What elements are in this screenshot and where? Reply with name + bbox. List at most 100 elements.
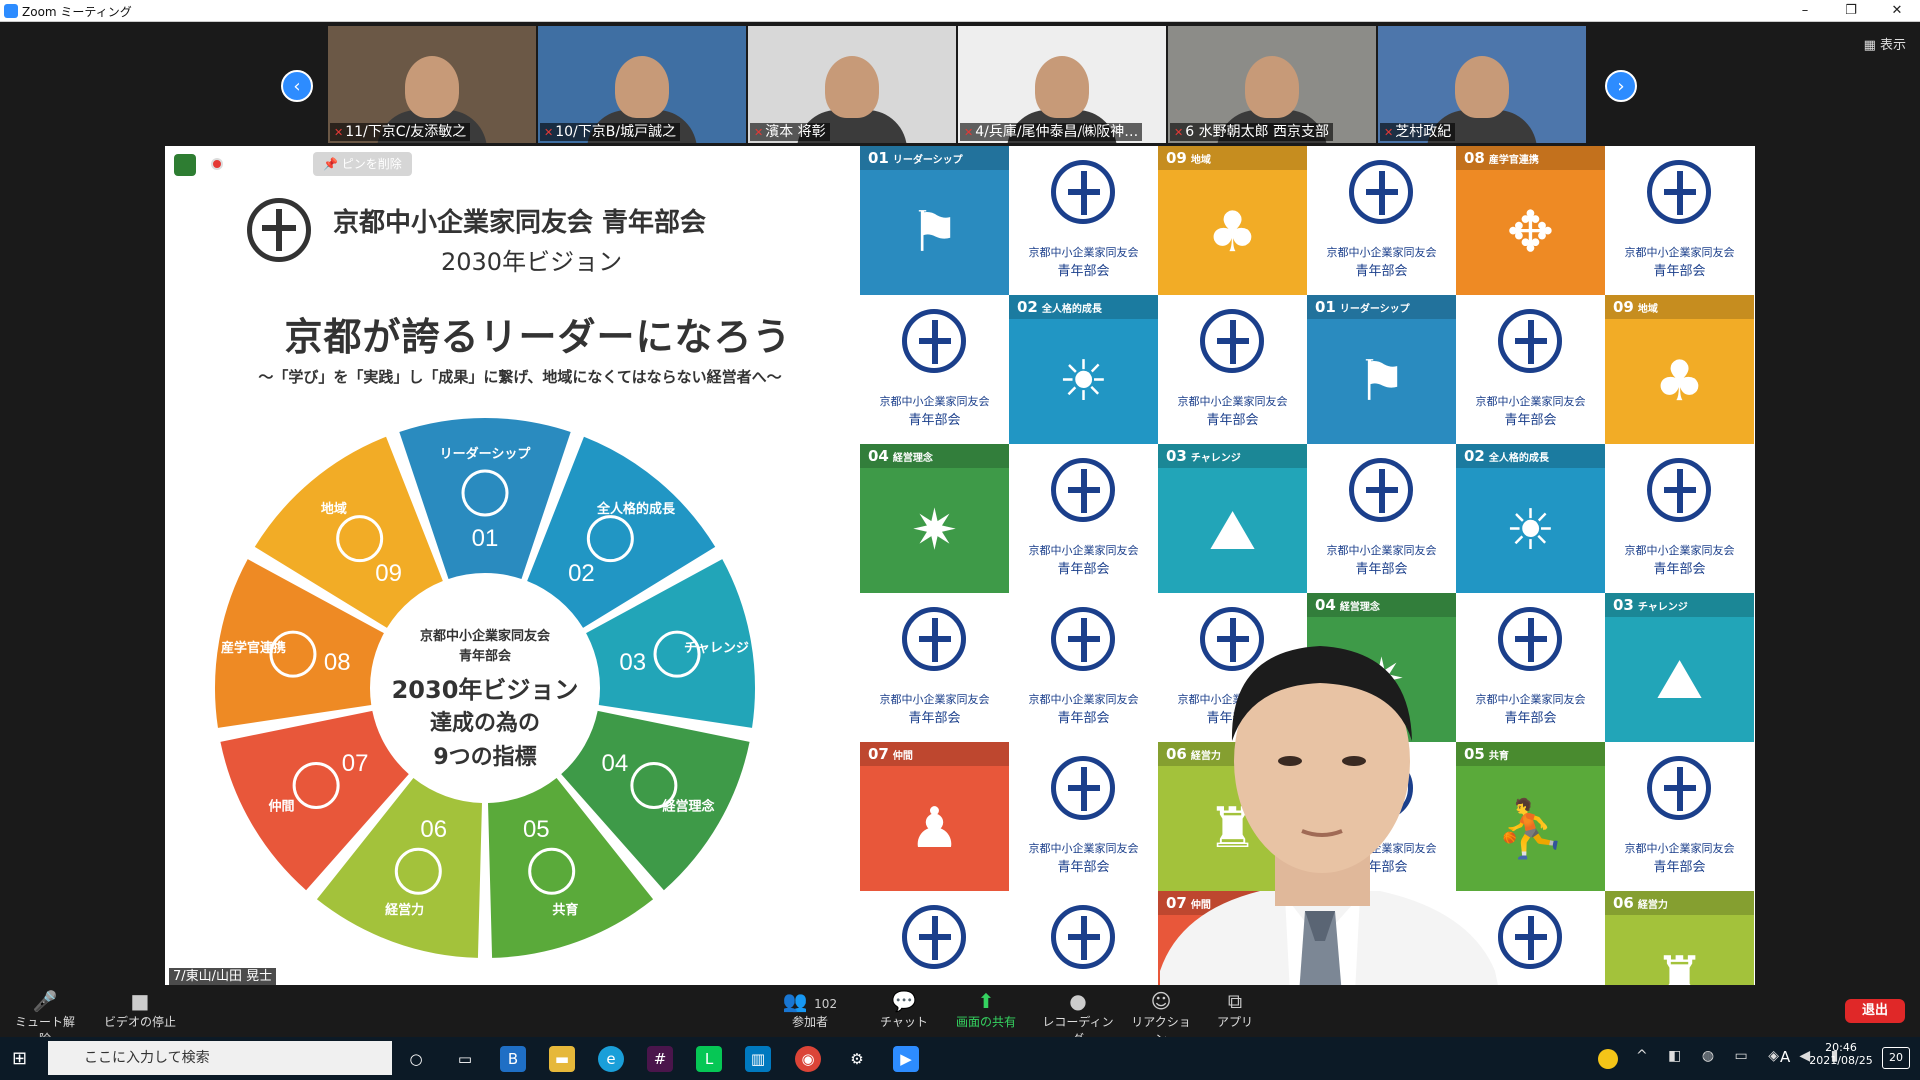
wheel-center-text: 9つの指標 — [433, 745, 536, 770]
participant-tile[interactable]: ✕ 芝村政紀 — [1378, 26, 1586, 143]
participant-tile[interactable]: ✕ 10/下京B/城戸誠之 — [538, 26, 746, 143]
muted-mic-icon: ✕ — [964, 126, 974, 139]
line-icon[interactable]: L — [696, 1046, 722, 1072]
indicator-tile: 07仲間♟ — [860, 742, 1009, 891]
indicator-tile: 03 チャレンジ ⛰ — [1158, 444, 1307, 593]
indicator-icon: ✷ — [911, 498, 958, 563]
muted-mic-icon: ✕ — [1384, 126, 1394, 139]
wheel-segment-label: 仲間 — [268, 799, 294, 815]
org-logo-icon — [1051, 607, 1115, 671]
slide-headline: 京都が誇るリーダーになろう — [284, 315, 792, 359]
org-logo-tile: 京都中小企業家同友会青年部会 — [1307, 146, 1456, 295]
share-screen-button[interactable]: ⬆ 画面の共有 — [950, 989, 1022, 1030]
org-logo-tile: 京都中小企業家同友会青年部会 — [860, 295, 1009, 444]
indicator-tile: 01 リーダーシップ ⚑ — [860, 146, 1009, 295]
wheel-segment-label: 地域 — [321, 501, 347, 517]
participant-face — [405, 56, 459, 118]
settings-gear-icon[interactable]: ⚙ — [844, 1046, 870, 1072]
org-logo-icon — [1349, 458, 1413, 522]
wheel-segment-number: 03 — [619, 649, 646, 676]
cortana-icon[interactable]: ○ — [403, 1046, 429, 1072]
indicator-icon: ⛰ — [1655, 646, 1704, 712]
windows-taskbar: ⊞ ここに入力して検索 ○ ▭ B ▬ e # L ▥ ◉ ⚙ ▶ ^ ◧ ◍ … — [0, 1037, 1920, 1080]
org-logo-icon — [1647, 160, 1711, 224]
participant-tile[interactable]: ✕ 4/兵庫/尾仲泰昌/㈱阪神… — [958, 26, 1166, 143]
org-logo-icon — [1051, 160, 1115, 224]
indicator-icon: ♣ — [1654, 349, 1705, 414]
wheel-segment-label: 経営力 — [385, 902, 424, 918]
org-logo-tile: 京都中小企業家同友会青年部会 — [860, 593, 1009, 742]
participant-tile[interactable]: ✕ 6 水野朝太郎 西京支部 — [1168, 26, 1376, 143]
participants-label: 参加者 — [791, 1015, 828, 1029]
unpin-button[interactable]: 📌 ピンを削除 — [313, 152, 412, 176]
chat-button[interactable]: 💬 チャット — [874, 989, 934, 1030]
restore-button[interactable]: ❐ — [1828, 0, 1874, 22]
org-logo-icon — [247, 198, 311, 262]
org-logo-icon — [1647, 458, 1711, 522]
indicator-icon: ☀ — [1058, 349, 1109, 414]
chrome-icon[interactable]: ◉ — [795, 1046, 821, 1072]
indicator-tile: 03 チャレンジ ⛰ — [1605, 593, 1754, 742]
recording-indicator-icon — [211, 158, 223, 170]
zoom-taskbar-icon[interactable]: ▶ — [893, 1046, 919, 1072]
apps-icon: ⧉ — [1227, 989, 1243, 1013]
muted-mic-icon: ✕ — [1174, 126, 1184, 139]
participant-tile[interactable]: ✕ 11/下京C/友添敏之 — [328, 26, 536, 143]
wheel-segment-label: チャレンジ — [684, 641, 749, 656]
org-logo-tile: 京都中小企業家同友会青年部会 — [1605, 146, 1754, 295]
taskbar-search-input[interactable]: ここに入力して検索 — [48, 1041, 392, 1075]
org-logo-icon — [902, 607, 966, 671]
org-logo-icon — [1051, 458, 1115, 522]
apps-label: アプリ — [1216, 1015, 1253, 1029]
ime-indicator[interactable]: A — [1780, 1048, 1790, 1066]
org-logo-icon — [1647, 756, 1711, 820]
smiley-icon: ☺ — [1150, 989, 1172, 1013]
prev-page-button[interactable]: ‹ — [281, 70, 313, 102]
wheel-segment-label: 全人格的成長 — [596, 501, 676, 517]
notification-center-icon[interactable]: 20 — [1882, 1047, 1910, 1069]
org-logo-icon — [1349, 160, 1413, 224]
leave-meeting-button[interactable]: 退出 — [1845, 999, 1905, 1023]
share-label: 画面の共有 — [955, 1015, 1016, 1029]
file-explorer-icon[interactable]: ▬ — [549, 1046, 575, 1072]
minimize-button[interactable]: – — [1782, 0, 1828, 22]
weather-icon[interactable] — [1598, 1049, 1618, 1069]
stop-video-button[interactable]: ■ ビデオの停止 — [100, 989, 180, 1030]
slack-icon[interactable]: # — [647, 1046, 673, 1072]
speaker-name-label: 7/東山/山田 晃士 — [169, 968, 277, 985]
security-shield-icon — [174, 154, 196, 176]
clock-time: 20:46 — [1825, 1041, 1857, 1054]
zoom-app-icon — [4, 4, 18, 18]
org-logo-icon — [1051, 756, 1115, 820]
wheel-center-text: 2030年ビジョン — [392, 676, 579, 704]
indicator-tile: 02 全人格的成長 ☀ — [1456, 444, 1605, 593]
org-logo-icon — [1498, 309, 1562, 373]
task-view-icon[interactable]: ▭ — [452, 1046, 478, 1072]
wheel-segment-number: 09 — [375, 560, 402, 587]
trello-icon[interactable]: ▥ — [745, 1046, 771, 1072]
participant-name: ✕ 4/兵庫/尾仲泰昌/㈱阪神… — [960, 123, 1143, 141]
org-logo-icon — [902, 905, 966, 969]
org-logo-tile: 京都中小企業家同友会青年部会 — [1456, 295, 1605, 444]
participants-button[interactable]: 👥 102 参加者 — [765, 989, 855, 1030]
meeting-toolbar: 🎤ミュート解除 ■ビデオの停止 👥 102参加者 💬チャット ⬆画面の共有 ●レ… — [0, 985, 1920, 1046]
muted-mic-icon: ✕ — [754, 126, 764, 139]
apps-button[interactable]: ⧉ アプリ — [1210, 989, 1260, 1030]
participant-tile[interactable]: ✕ 濱本 将彰 — [748, 26, 956, 143]
org-logo-tile: 京都中小企業家同友会青年部会 — [860, 891, 1009, 985]
indicator-icon: ⛰ — [1208, 497, 1257, 563]
next-page-button[interactable]: › — [1605, 70, 1637, 102]
indicator-tile: 09 地域 ♣ — [1605, 295, 1754, 444]
participant-face — [1455, 56, 1509, 118]
bw-app-icon[interactable]: B — [500, 1046, 526, 1072]
video-camera-icon: ■ — [130, 989, 150, 1013]
close-button[interactable]: ✕ — [1874, 0, 1920, 22]
clock-date: 2021/08/25 — [1809, 1054, 1873, 1067]
view-button[interactable]: ▦ 表示 — [1864, 34, 1906, 53]
edge-icon[interactable]: e — [598, 1046, 624, 1072]
indicator-tile: 08 産学官連携 ✥ — [1456, 146, 1605, 295]
windows-start-icon[interactable]: ⊞ — [12, 1049, 32, 1069]
wheel-center-text: 青年部会 — [459, 648, 512, 664]
org-logo-tile: 京都中小企業家同友会青年部会 — [1605, 444, 1754, 593]
taskbar-clock[interactable]: 20:46 2021/08/25 — [1806, 1041, 1876, 1067]
